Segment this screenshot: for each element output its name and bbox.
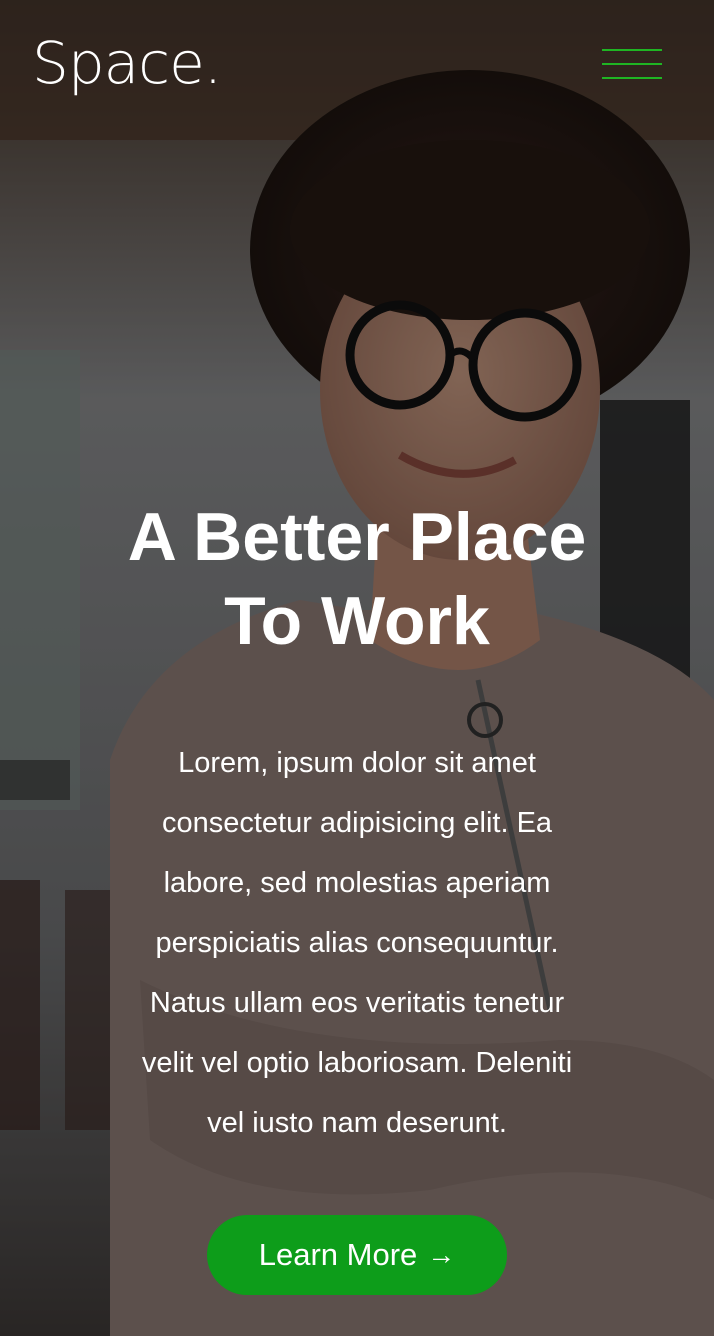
arrow-right-icon: → bbox=[427, 1239, 456, 1270]
learn-more-button[interactable]: Learn More → bbox=[207, 1215, 507, 1295]
hamburger-menu-icon[interactable] bbox=[602, 44, 662, 84]
site-header: Space. bbox=[0, 0, 714, 130]
menu-line bbox=[602, 77, 662, 79]
site-logo[interactable]: Space. bbox=[32, 28, 222, 98]
hero-section: Space. A Better Place To Work Lorem, ips… bbox=[0, 0, 714, 1336]
hero-content: A Better Place To Work Lorem, ipsum dolo… bbox=[0, 495, 714, 1295]
hero-headline: A Better Place To Work bbox=[127, 499, 587, 659]
menu-line bbox=[602, 63, 662, 65]
menu-line bbox=[602, 49, 662, 51]
learn-more-label: Learn More bbox=[258, 1237, 418, 1272]
hero-description: Lorem, ipsum dolor sit amet consectetur … bbox=[141, 747, 573, 1139]
